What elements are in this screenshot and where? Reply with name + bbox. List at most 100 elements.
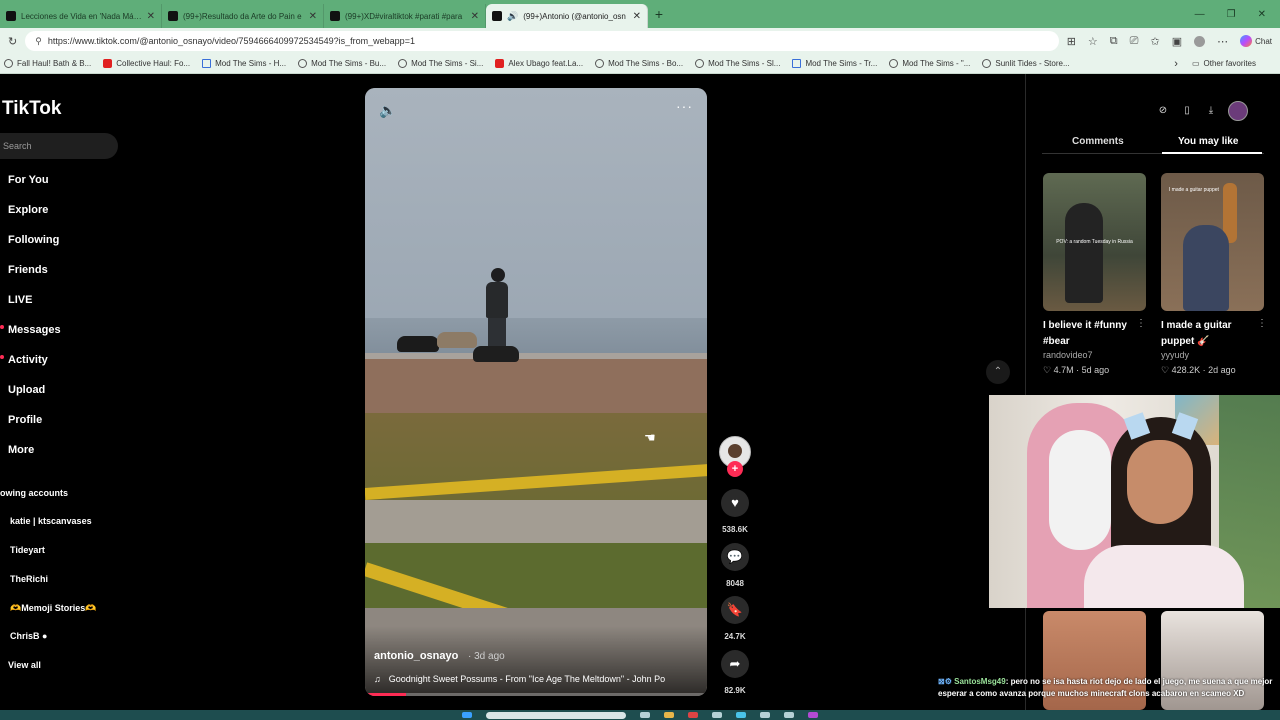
card-more-icon[interactable]: ⋮ — [1257, 318, 1267, 329]
browser-tab[interactable]: (99+)Resultado da Arte do Pain e ✕ — [162, 4, 324, 28]
nav-for-you[interactable]: For You — [8, 174, 49, 186]
following-account[interactable]: ChrisB ● — [10, 631, 47, 641]
tab-title: (99+)XD#viraltiktok #parati #para — [345, 11, 463, 21]
download-icon[interactable]: ⤓ — [1204, 104, 1218, 118]
nav-activity[interactable]: Activity — [8, 354, 48, 366]
taskbar-app-icon[interactable] — [688, 712, 698, 718]
like-heart-icon[interactable]: ♥ — [721, 489, 749, 517]
bookmark[interactable]: Mod The Sims - H... — [202, 59, 286, 68]
speaker-icon[interactable]: 🔊 — [507, 11, 518, 22]
user-avatar[interactable] — [1228, 101, 1248, 121]
chevron-right-icon[interactable]: › — [1174, 58, 1178, 70]
nav-explore[interactable]: Explore — [8, 204, 48, 216]
browser-tab[interactable]: (99+)XD#viraltiktok #parati #para ✕ — [324, 4, 486, 28]
comment-icon[interactable]: 💬 — [721, 543, 749, 571]
nav-more[interactable]: More — [8, 444, 34, 456]
extensions-icon[interactable]: ⧉ — [1110, 35, 1118, 48]
follow-plus-icon[interactable]: + — [727, 461, 743, 477]
new-tab-button[interactable]: + — [648, 6, 670, 22]
following-account[interactable]: 🫶Memoji Stories🫶 — [10, 603, 96, 614]
close-tab-icon[interactable]: ✕ — [309, 11, 317, 22]
tiktok-favicon-icon — [168, 11, 178, 21]
file-explorer-icon[interactable] — [664, 712, 674, 718]
bookmark-icon[interactable]: 🔖 — [721, 596, 749, 624]
screen: Lecciones de Vida en 'Nada Más C ✕ (99+)… — [0, 0, 1280, 720]
tab-comments[interactable]: Comments — [1072, 136, 1124, 147]
bookmark[interactable]: Mod The Sims - Sl... — [695, 59, 780, 68]
volume-icon[interactable]: 🔈 — [379, 102, 396, 119]
tab-you-may-like[interactable]: You may like — [1178, 136, 1238, 147]
close-tab-icon[interactable]: ✕ — [147, 11, 155, 22]
address-bar-icons: ⊞ ☆ ⧉ ⎚ ✩ ▣ ⋯ Chat — [1067, 35, 1272, 48]
taskbar-app-icon[interactable] — [808, 712, 818, 718]
nav-friends[interactable]: Friends — [8, 264, 48, 276]
url-field[interactable]: ⚲ https://www.tiktok.com/@antonio_osnayo… — [25, 31, 1059, 51]
bookmark[interactable]: Alex Ubago feat.La... — [495, 59, 583, 68]
apps-icon[interactable]: ⊞ — [1067, 35, 1076, 48]
bookmark[interactable]: Mod The Sims - Bu... — [298, 59, 386, 68]
minimize-icon[interactable]: — — [1195, 9, 1205, 20]
settings-more-icon[interactable]: ⋯ — [1217, 35, 1228, 48]
restore-icon[interactable]: ❐ — [1227, 9, 1236, 20]
copilot-chat-button[interactable]: Chat — [1240, 35, 1272, 47]
video-progress-bar[interactable] — [365, 693, 707, 696]
tiktok-logo[interactable]: TikTok — [2, 98, 61, 120]
tiktok-favicon-icon — [6, 11, 16, 21]
favorite-star-icon[interactable]: ☆ — [1088, 35, 1098, 48]
split-screen-icon[interactable]: ⎚ — [1130, 35, 1139, 48]
video-player[interactable]: 🔈 ··· antonio_osnayo · 3d ago ♫ Goodnigh… — [365, 88, 707, 696]
close-tab-icon[interactable]: ✕ — [633, 11, 641, 22]
video-music[interactable]: ♫ Goodnight Sweet Possums - From "Ice Ag… — [374, 674, 699, 684]
collections-icon[interactable]: ▣ — [1172, 35, 1182, 48]
close-window-icon[interactable]: ✕ — [1258, 9, 1266, 20]
webcam-overlay — [989, 395, 1280, 608]
bookmark[interactable]: Mod The Sims - Bo... — [595, 59, 683, 68]
favorites-icon[interactable]: ✩ — [1150, 35, 1159, 48]
nav-live[interactable]: LIVE — [8, 294, 32, 306]
windows-start-icon[interactable] — [462, 712, 472, 718]
url-text: https://www.tiktok.com/@antonio_osnayo/v… — [47, 36, 415, 46]
more-options-icon[interactable]: ··· — [676, 98, 693, 114]
share-arrow-icon[interactable]: ➦ — [721, 650, 749, 678]
song-title: Goodnight Sweet Possums - From "Ice Age … — [388, 674, 666, 684]
bookmark[interactable]: Mod The Sims - "... — [889, 59, 970, 68]
taskbar-app-icon[interactable] — [640, 712, 650, 718]
bookmark[interactable]: Collective Haul: Fo... — [103, 59, 190, 68]
card-more-icon[interactable]: ⋮ — [1136, 318, 1146, 329]
following-account[interactable]: katie | ktscanvases — [10, 516, 92, 526]
nav-upload[interactable]: Upload — [8, 384, 45, 396]
following-account[interactable]: TheRichi — [10, 574, 48, 584]
scroll-up-chevron-icon[interactable]: ⌃ — [986, 360, 1010, 384]
search-input[interactable]: Search — [0, 133, 118, 159]
bookmark[interactable]: Mod The Sims - Tr... — [792, 59, 877, 68]
browser-tab[interactable]: Lecciones de Vida en 'Nada Más C ✕ — [0, 4, 162, 28]
card-author[interactable]: randovideo7 — [1043, 350, 1093, 360]
view-all-link[interactable]: View all — [8, 660, 41, 670]
bookmark[interactable]: Sunlit Tides - Store... — [982, 59, 1070, 68]
compass-icon[interactable]: ⊘ — [1156, 104, 1170, 118]
card-title[interactable]: I made a guitar puppet 🎸 — [1161, 318, 1261, 350]
other-favorites[interactable]: ▭ Other favorites — [1192, 59, 1256, 68]
device-icon[interactable]: ▯ — [1180, 104, 1194, 118]
close-tab-icon[interactable]: ✕ — [471, 11, 479, 22]
refresh-icon[interactable]: ↻ — [8, 35, 17, 48]
nav-following[interactable]: Following — [8, 234, 59, 246]
profile-avatar-icon[interactable] — [1194, 35, 1206, 47]
site-info-icon[interactable]: ⚲ — [35, 36, 42, 47]
video-thumbnail[interactable]: I made a guitar puppet — [1161, 173, 1264, 311]
card-author[interactable]: yyyudy — [1161, 350, 1189, 360]
taskbar-app-icon[interactable] — [760, 712, 770, 718]
bookmark[interactable]: Mod The Sims - Si... — [398, 59, 483, 68]
edge-browser-icon[interactable] — [736, 712, 746, 718]
card-title[interactable]: I believe it #funny #bear — [1043, 318, 1143, 350]
nav-messages[interactable]: Messages — [8, 324, 61, 336]
bookmark[interactable]: Fall Haul! Bath & B... — [4, 59, 91, 68]
taskbar-search[interactable] — [486, 711, 626, 719]
nav-profile[interactable]: Profile — [8, 414, 42, 426]
following-account[interactable]: Tideyart — [10, 545, 45, 555]
video-username[interactable]: antonio_osnayo — [374, 650, 458, 662]
taskbar-app-icon[interactable] — [784, 712, 794, 718]
browser-tab-active[interactable]: 🔊 (99+)Antonio (@antonio_osn ✕ — [486, 4, 648, 28]
taskbar-app-icon[interactable] — [712, 712, 722, 718]
video-thumbnail[interactable]: POV: a random Tuesday in Russia — [1043, 173, 1146, 311]
